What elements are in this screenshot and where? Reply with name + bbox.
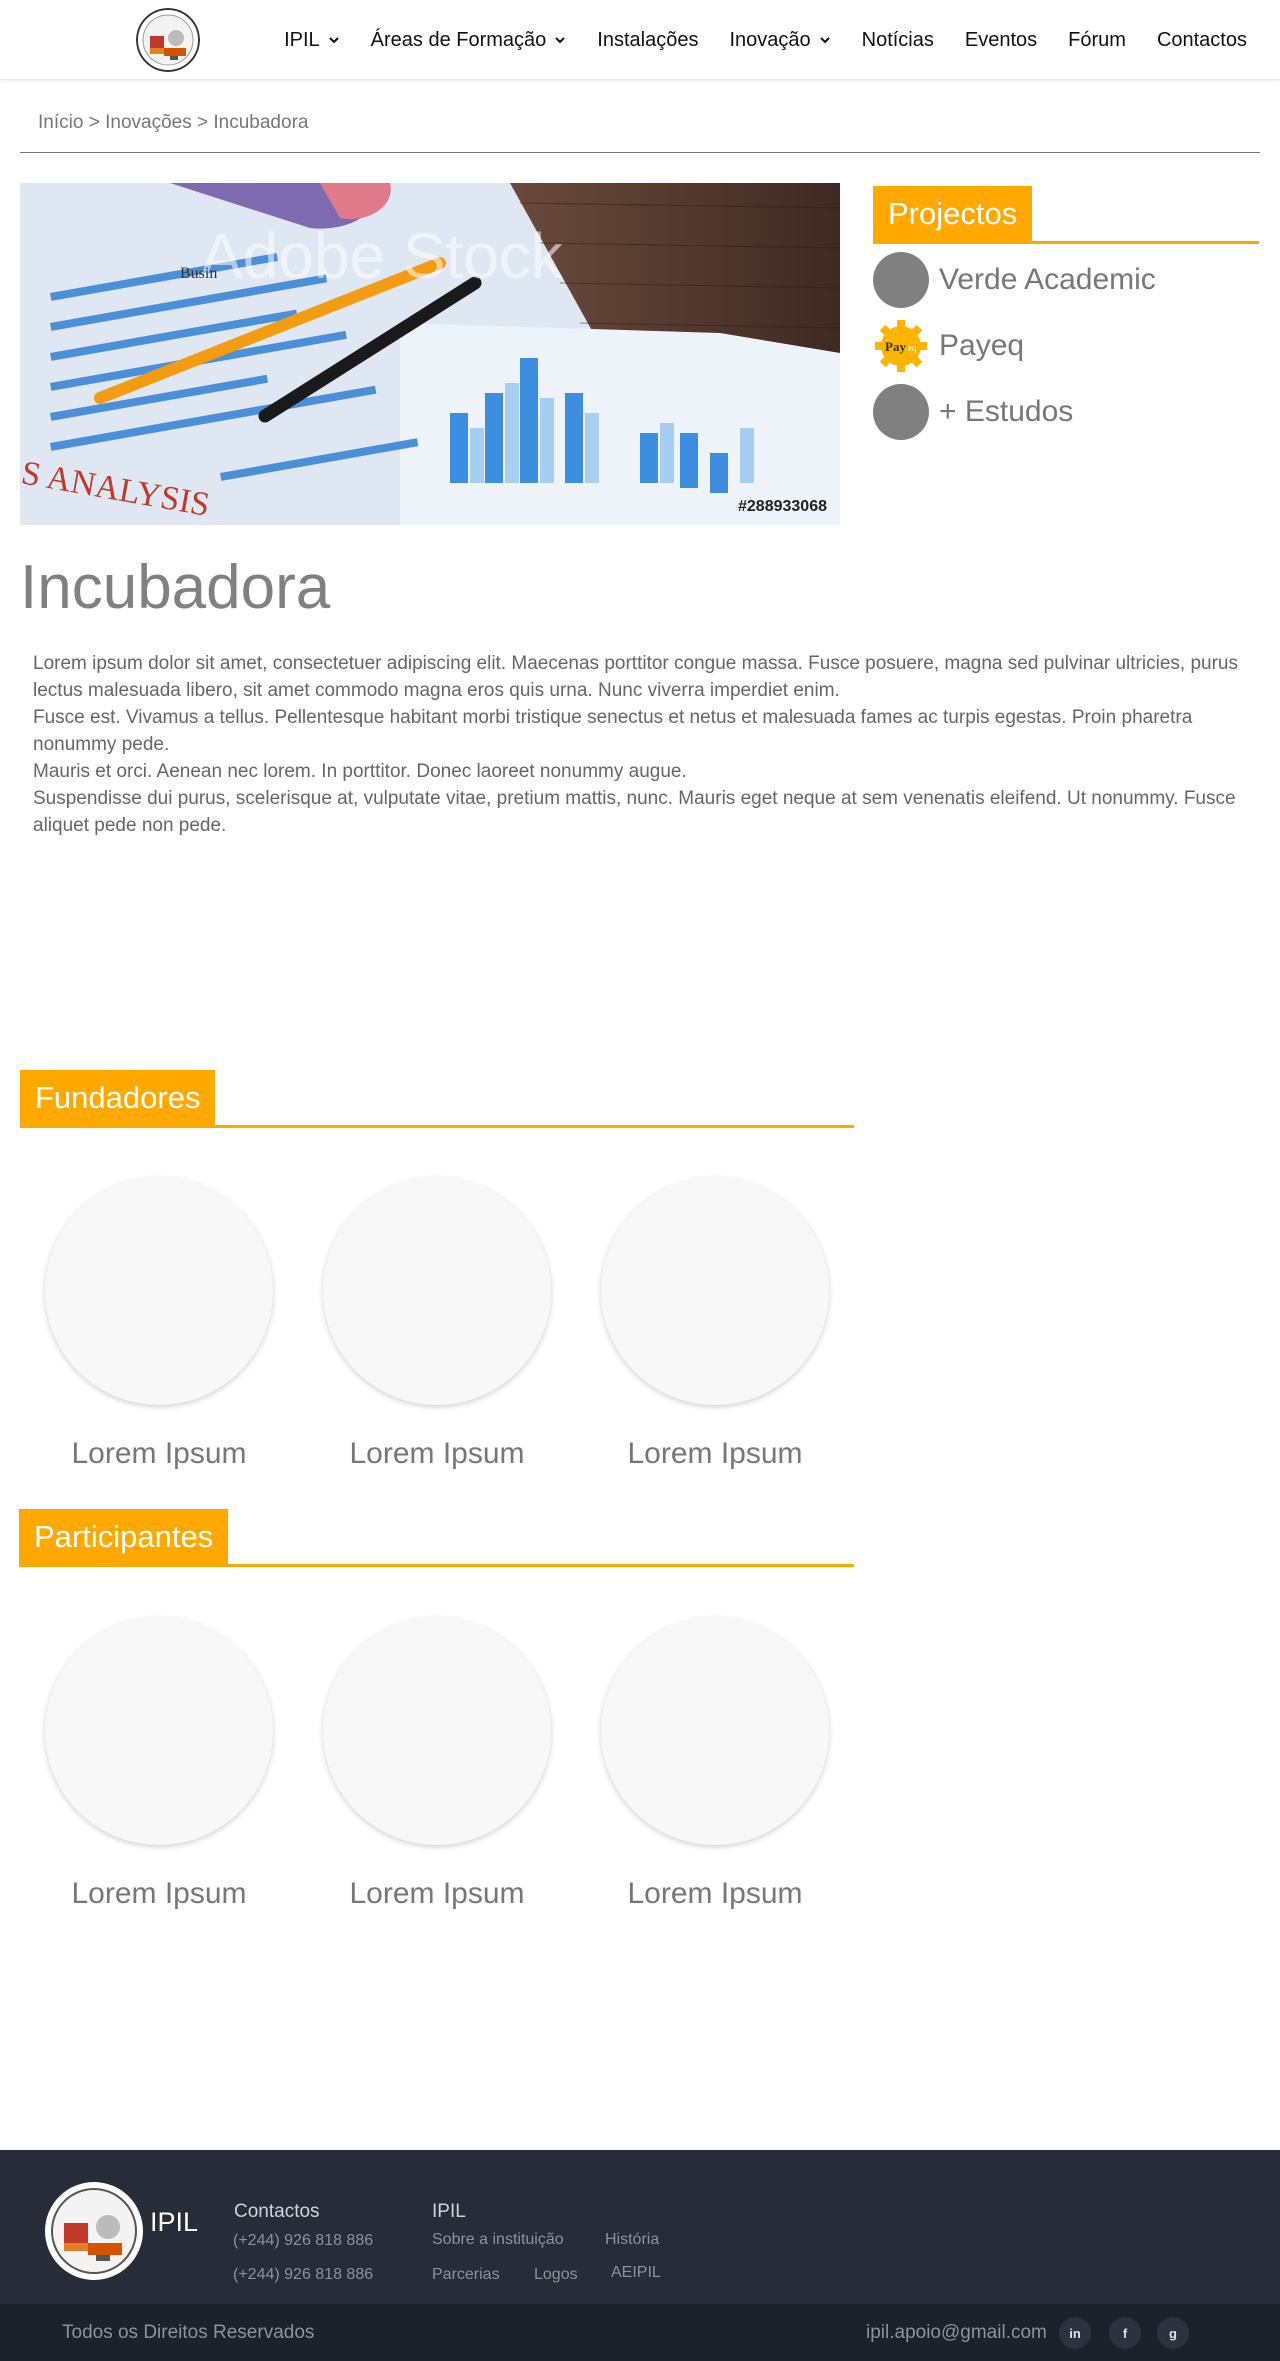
footer-contacts-title: Contactos	[234, 2201, 320, 2222]
doc-heading-text: Busin	[180, 265, 217, 282]
person-name: Lorem Ipsum	[627, 1437, 803, 1470]
nav-item-eventos[interactable]: Eventos	[965, 29, 1037, 52]
breadcrumb-current: Incubadora	[213, 112, 309, 133]
founders-list: Lorem Ipsum Lorem Ipsum Lorem Ipsum	[20, 1177, 854, 1471]
linkedin-icon[interactable]: in	[1059, 2317, 1091, 2349]
founders-section-header: Fundadores	[20, 1070, 854, 1128]
nav-item-areas-formacao[interactable]: Áreas de Formação	[371, 29, 567, 52]
body-paragraph: Mauris et orci. Aenean nec lorem. In por…	[33, 761, 687, 782]
breadcrumb-separator: >	[88, 112, 100, 133]
project-item-estudos[interactable]: + Estudos	[873, 384, 1259, 440]
nav-item-contactos[interactable]: Contactos	[1157, 29, 1247, 52]
nav-item-inovacao[interactable]: Inovação	[729, 29, 830, 52]
svg-text:Pay: Pay	[885, 339, 906, 354]
hero-image: Adobe Stock Busin S ANALYSIS #288933068	[20, 183, 840, 525]
participants-section-header: Participantes	[19, 1509, 854, 1567]
business-analysis-photo: Adobe Stock Busin S ANALYSIS #288933068	[20, 183, 840, 525]
nav-item-label: IPIL	[284, 28, 320, 51]
founders-title: Fundadores	[20, 1070, 216, 1125]
footer-link-logos[interactable]: Logos	[534, 2266, 578, 2284]
ipil-logo[interactable]	[136, 8, 200, 72]
footer-link-parcerias[interactable]: Parcerias	[432, 2266, 500, 2284]
avatar	[601, 1617, 829, 1845]
project-label: Verde Academic	[939, 263, 1156, 296]
breadcrumb: Início > Inovações > Incubadora	[20, 112, 1260, 153]
stock-id-label: #288933068	[738, 498, 827, 515]
chevron-down-icon	[328, 37, 339, 44]
participants-list: Lorem Ipsum Lorem Ipsum Lorem Ipsum	[20, 1617, 854, 1911]
page-body: Lorem ipsum dolor sit amet, consectetuer…	[33, 650, 1248, 839]
nav-item-label: Instalações	[597, 28, 699, 51]
person-name: Lorem Ipsum	[349, 1877, 525, 1910]
nav-item-label: Eventos	[964, 28, 1038, 51]
footer-link-aeipil[interactable]: AEIPIL	[611, 2264, 661, 2282]
participant-card[interactable]: Lorem Ipsum	[298, 1617, 576, 1911]
nav-item-label: Contactos	[1156, 28, 1247, 51]
project-label: Payeq	[939, 329, 1025, 362]
person-name: Lorem Ipsum	[71, 1877, 247, 1910]
project-label: + Estudos	[939, 395, 1074, 428]
nav-item-label: Notícias	[861, 28, 934, 51]
chevron-down-icon	[819, 37, 830, 44]
breadcrumb-separator: >	[197, 112, 209, 133]
person-name: Lorem Ipsum	[71, 1437, 247, 1470]
avatar	[323, 1617, 551, 1845]
chevron-down-icon	[555, 37, 565, 44]
copyright-text: Todos os Direitos Reservados	[62, 2322, 315, 2343]
avatar	[323, 1177, 551, 1405]
projects-list: Verde Academic Pay eq Payeq + Estudos	[873, 252, 1259, 450]
footer-link-sobre[interactable]: Sobre a instituição	[432, 2231, 564, 2249]
participants-title: Participantes	[19, 1509, 229, 1564]
avatar	[601, 1177, 829, 1405]
main-nav: IPIL Áreas de Formação Instalações Inova…	[253, 0, 1247, 80]
footer-phone[interactable]: (+244) 926 818 886	[233, 2266, 373, 2284]
founder-card[interactable]: Lorem Ipsum	[298, 1177, 576, 1471]
founder-card[interactable]: Lorem Ipsum	[576, 1177, 854, 1471]
projects-section-header: Projectos	[873, 186, 1259, 244]
facebook-icon[interactable]: f	[1109, 2317, 1141, 2349]
breadcrumb-home[interactable]: Início	[38, 112, 83, 133]
footer-ipil-title: IPIL	[432, 2201, 466, 2222]
founder-card[interactable]: Lorem Ipsum	[20, 1177, 298, 1471]
project-item-payeq[interactable]: Pay eq Payeq	[873, 318, 1259, 374]
footer-link-historia[interactable]: História	[605, 2231, 659, 2249]
project-item-verde-academic[interactable]: Verde Academic	[873, 252, 1259, 308]
breadcrumb-inovacoes[interactable]: Inovações	[105, 112, 192, 133]
projects-title: Projectos	[873, 186, 1033, 241]
person-name: Lorem Ipsum	[349, 1437, 525, 1470]
nav-item-noticias[interactable]: Notícias	[862, 29, 934, 52]
payeq-logo-icon: Pay eq	[875, 320, 927, 372]
nav-item-instalacoes[interactable]: Instalações	[597, 29, 698, 52]
footer-email[interactable]: ipil.apoio@gmail.com	[866, 2322, 1047, 2344]
nav-item-label: Inovação	[729, 28, 811, 51]
project-thumbnail	[873, 252, 929, 308]
nav-item-forum[interactable]: Fórum	[1068, 29, 1126, 52]
nav-item-label: Áreas de Formação	[370, 28, 547, 51]
person-name: Lorem Ipsum	[627, 1877, 803, 1910]
project-thumbnail	[873, 384, 929, 440]
site-header: IPIL Áreas de Formação Instalações Inova…	[0, 0, 1280, 80]
ipil-footer-logo[interactable]	[44, 2181, 144, 2281]
nav-item-label: Fórum	[1068, 28, 1126, 51]
google-icon[interactable]: g	[1157, 2317, 1189, 2349]
footer-phone[interactable]: (+244) 926 818 886	[233, 2232, 373, 2250]
participant-card[interactable]: Lorem Ipsum	[20, 1617, 298, 1911]
participant-card[interactable]: Lorem Ipsum	[576, 1617, 854, 1911]
footer-bottom-bar: Todos os Direitos Reservados ipil.apoio@…	[0, 2304, 1280, 2361]
svg-text:eq: eq	[908, 343, 917, 353]
page-title: Incubadora	[20, 553, 331, 622]
body-paragraph: Fusce est. Vivamus a tellus. Pellentesqu…	[33, 707, 1193, 755]
footer-brand: IPIL	[150, 2207, 199, 2237]
body-paragraph: Suspendisse dui purus, scelerisque at, v…	[33, 788, 1236, 836]
stock-watermark: Adobe Stock	[200, 220, 564, 292]
avatar	[45, 1617, 273, 1845]
body-paragraph: Lorem ipsum dolor sit amet, consectetuer…	[33, 653, 1238, 701]
nav-item-ipil[interactable]: IPIL	[284, 29, 340, 52]
avatar	[45, 1177, 273, 1405]
